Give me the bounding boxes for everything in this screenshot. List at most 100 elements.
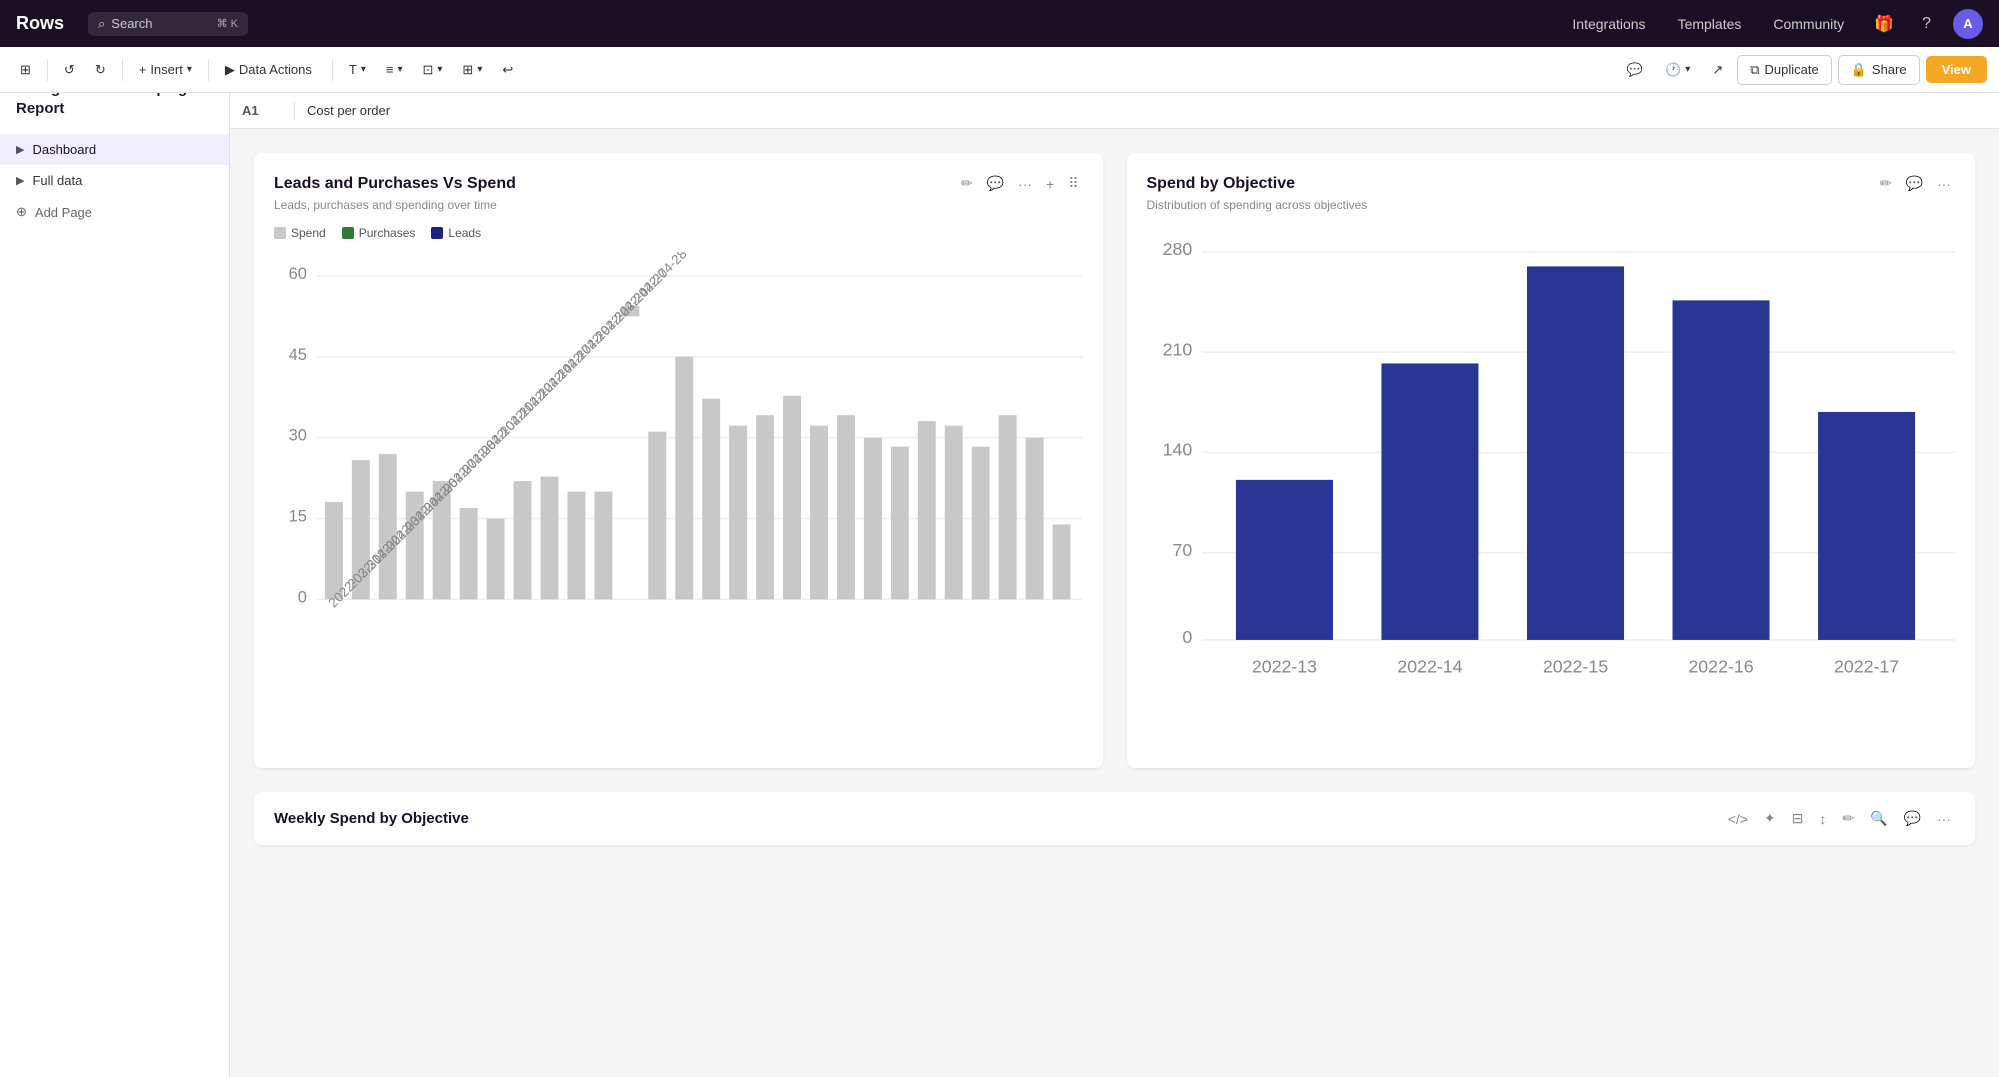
cell-ref-divider [294,102,295,120]
sidebar-toggle-button[interactable]: ⊞ [12,57,39,83]
chart2-more-icon[interactable]: ··· [1933,174,1955,194]
chart1-subtitle: Leads, purchases and spending over time [274,198,1083,212]
chart-leads-purchases: Leads and Purchases Vs Spend ✏ 💬 ··· + ⠿… [254,153,1103,768]
code-icon[interactable]: </> [1724,809,1752,829]
more-icon[interactable]: ··· [1933,809,1955,829]
sidebar-item-label: Full data [32,173,82,188]
sidebar-toggle-icon: ⊞ [20,62,31,78]
gift-icon[interactable]: 🎁 [1868,10,1900,38]
chart1-svg: 60 45 30 15 0 [274,252,1083,671]
comment-icon[interactable]: 💬 [1900,808,1925,829]
play-icon-button[interactable]: ▶ Data Actions [217,57,324,83]
chart1-edit-icon[interactable]: ✏ [957,173,977,194]
more-format-chevron: ▾ [477,64,482,75]
font-chevron: ▾ [361,64,366,75]
redo-icon: ↻ [95,62,106,78]
arrow-icon: ▶ [16,143,24,156]
undo-icon: ↺ [64,62,75,78]
svg-text:2022-14: 2022-14 [1397,656,1462,676]
arrow-icon: ▶ [16,174,24,187]
sidebar-item-fulldata[interactable]: ▶ Full data [0,165,229,196]
chart2-comment-icon[interactable]: 💬 [1902,173,1927,194]
sparkle-icon[interactable]: ✦ [1760,808,1780,829]
chevron-down-icon: ▾ [187,64,192,75]
cell-action-button[interactable]: ↩ [494,57,521,83]
svg-text:210: 210 [1162,339,1192,359]
comment-button[interactable]: 💬 [1619,57,1651,83]
chart2-header: Spend by Objective ✏ 💬 ··· [1147,173,1956,194]
sidebar-item-dashboard[interactable]: ▶ Dashboard [0,134,229,165]
help-icon[interactable]: ? [1916,11,1937,37]
format-chevron: ▾ [437,64,442,75]
toolbar-divider-2 [122,59,123,81]
font-icon: T [349,62,357,77]
search-shortcut: ⌘ K [217,17,238,30]
legend-spend-dot [274,227,286,239]
svg-text:0: 0 [1182,627,1192,647]
redo-button[interactable]: ↻ [87,57,114,83]
legend-leads-dot [431,227,443,239]
chart1-more-icon[interactable]: ··· [1014,174,1036,194]
topnav: Rows ⌕ Search ⌘ K Integrations Templates… [0,0,1999,47]
history-button[interactable]: 🕐 ▾ [1657,57,1698,83]
legend-leads: Leads [431,226,481,240]
chart1-add-icon[interactable]: + [1042,174,1058,194]
add-page-button[interactable]: ⊕ Add Page [0,196,229,228]
align-button[interactable]: ≡ ▾ [378,57,411,82]
legend-purchases: Purchases [342,226,416,240]
duplicate-button[interactable]: ⧉ Duplicate [1737,55,1832,85]
comment-icon: 💬 [1627,62,1643,78]
community-link[interactable]: Community [1765,12,1852,36]
chart-spend-objective: Spend by Objective ✏ 💬 ··· Distribution … [1127,153,1976,768]
svg-text:140: 140 [1162,440,1192,460]
app-logo[interactable]: Rows [16,13,64,34]
toolbar-divider-4 [332,59,333,81]
chart2-svg-container: 280 210 140 70 0 [1147,226,1956,748]
font-button[interactable]: T ▾ [341,57,374,82]
bottom-panel: Weekly Spend by Objective </> ✦ ⊟ ↕ ✏ 🔍 … [254,792,1975,845]
sort-icon[interactable]: ↕ [1815,809,1830,829]
edit-icon[interactable]: ✏ [1838,808,1858,829]
svg-text:0: 0 [298,588,307,606]
svg-text:45: 45 [289,346,307,364]
charts-row: Leads and Purchases Vs Spend ✏ 💬 ··· + ⠿… [254,153,1975,768]
sidebar-item-label: Dashboard [32,142,96,157]
legend-spend-label: Spend [291,226,326,240]
insert-button[interactable]: + Insert ▾ [131,57,200,82]
view-button[interactable]: View [1926,56,1987,83]
legend-purchases-dot [342,227,354,239]
search-icon[interactable]: 🔍 [1866,808,1891,829]
undo-button[interactable]: ↺ [56,57,83,83]
chart2-svg: 280 210 140 70 0 [1147,226,1956,743]
chart1-comment-icon[interactable]: 💬 [983,173,1008,194]
user-avatar[interactable]: A [1953,9,1983,39]
trend-button[interactable]: ↗ [1704,57,1731,83]
chart1-title: Leads and Purchases Vs Spend [274,175,516,193]
grid-icon: ⊞ [462,62,473,78]
plus-circle-icon: ⊕ [16,204,27,220]
filter-icon[interactable]: ⊟ [1788,808,1808,829]
duplicate-icon: ⧉ [1750,62,1759,78]
toolbar-right: 💬 🕐 ▾ ↗ ⧉ Duplicate 🔒 Share View [1619,55,1987,85]
format-icon: ⊡ [422,62,433,78]
chart1-legend: Spend Purchases Leads [274,226,1083,240]
integrations-link[interactable]: Integrations [1564,12,1653,36]
search-bar[interactable]: ⌕ Search ⌘ K [88,12,248,36]
svg-text:280: 280 [1162,239,1192,259]
toolbar-divider-1 [47,59,48,81]
search-icon: ⌕ [98,16,105,32]
more-format-button[interactable]: ⊞ ▾ [454,57,490,83]
main-content: Leads and Purchases Vs Spend ✏ 💬 ··· + ⠿… [230,129,1999,1077]
cell-icon: ↩ [502,62,513,78]
bottom-panel-actions: </> ✦ ⊟ ↕ ✏ 🔍 💬 ··· [1724,808,1955,829]
svg-text:2022-16: 2022-16 [1688,656,1753,676]
chart1-drag-icon[interactable]: ⠿ [1064,173,1082,194]
align-chevron: ▾ [397,64,402,75]
svg-text:2022-15: 2022-15 [1542,656,1607,676]
chart2-edit-icon[interactable]: ✏ [1876,173,1896,194]
templates-link[interactable]: Templates [1670,12,1750,36]
cell-ref-value: Cost per order [307,103,390,118]
format-button[interactable]: ⊡ ▾ [414,57,450,83]
share-button[interactable]: 🔒 Share [1838,55,1920,85]
chart2-title: Spend by Objective [1147,175,1295,193]
